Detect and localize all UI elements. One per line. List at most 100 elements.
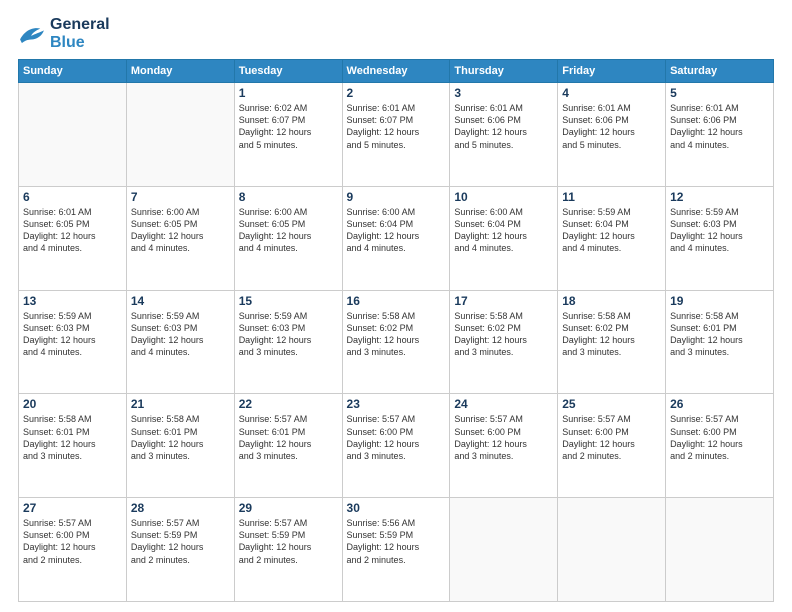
day-number: 25 [562, 397, 661, 411]
cell-info: Sunrise: 6:00 AM Sunset: 6:04 PM Dayligh… [347, 206, 446, 255]
calendar-cell: 22 Sunrise: 5:57 AM Sunset: 6:01 PM Dayli… [234, 394, 342, 498]
calendar-cell: 10 Sunrise: 6:00 AM Sunset: 6:04 PM Dayli… [450, 186, 558, 290]
day-number: 4 [562, 86, 661, 100]
weekday-header-wednesday: Wednesday [342, 60, 450, 83]
cell-info: Sunrise: 5:58 AM Sunset: 6:02 PM Dayligh… [454, 310, 553, 359]
calendar-cell: 8Sunrise: 6:00 AM Sunset: 6:05 PM Daylig… [234, 186, 342, 290]
calendar-cell: 29 Sunrise: 5:57 AM Sunset: 5:59 PM Dayli… [234, 498, 342, 602]
cell-info: Sunrise: 5:57 AM Sunset: 6:00 PM Dayligh… [347, 413, 446, 462]
cell-info: Sunrise: 5:57 AM Sunset: 6:00 PM Dayligh… [562, 413, 661, 462]
calendar-cell [666, 498, 774, 602]
calendar-cell [19, 83, 127, 187]
calendar-cell: 19Sunrise: 5:58 AM Sunset: 6:01 PM Dayli… [666, 290, 774, 394]
cell-info: Sunrise: 5:58 AM Sunset: 6:02 PM Dayligh… [562, 310, 661, 359]
calendar-cell: 30 Sunrise: 5:56 AM Sunset: 5:59 PM Dayli… [342, 498, 450, 602]
calendar-cell: 13 Sunrise: 5:59 AM Sunset: 6:03 PM Dayli… [19, 290, 127, 394]
calendar-cell: 5 Sunrise: 6:01 AM Sunset: 6:06 PM Daylig… [666, 83, 774, 187]
calendar-cell: 26 Sunrise: 5:57 AM Sunset: 6:00 PM Dayli… [666, 394, 774, 498]
day-number: 22 [239, 397, 338, 411]
day-number: 6 [23, 190, 122, 204]
calendar-table: SundayMondayTuesdayWednesdayThursdayFrid… [18, 59, 774, 602]
day-number: 18 [562, 294, 661, 308]
day-number: 30 [347, 501, 446, 515]
calendar-week-3: 20 Sunrise: 5:58 AM Sunset: 6:01 PM Dayli… [19, 394, 774, 498]
cell-info: Sunrise: 5:59 AM Sunset: 6:03 PM Dayligh… [131, 310, 230, 359]
calendar-cell [126, 83, 234, 187]
calendar-cell: 2 Sunrise: 6:01 AM Sunset: 6:07 PM Daylig… [342, 83, 450, 187]
cell-info: Sunrise: 5:57 AM Sunset: 6:00 PM Dayligh… [670, 413, 769, 462]
day-number: 17 [454, 294, 553, 308]
weekday-header-monday: Monday [126, 60, 234, 83]
cell-info: Sunrise: 6:02 AM Sunset: 6:07 PM Dayligh… [239, 102, 338, 151]
calendar-cell: 21 Sunrise: 5:58 AM Sunset: 6:01 PM Dayli… [126, 394, 234, 498]
cell-info: Sunrise: 5:58 AM Sunset: 6:02 PM Dayligh… [347, 310, 446, 359]
day-number: 9 [347, 190, 446, 204]
cell-info: Sunrise: 5:57 AM Sunset: 5:59 PM Dayligh… [239, 517, 338, 566]
calendar-cell: 14 Sunrise: 5:59 AM Sunset: 6:03 PM Dayli… [126, 290, 234, 394]
cell-info: Sunrise: 5:57 AM Sunset: 6:01 PM Dayligh… [239, 413, 338, 462]
logo-text: General Blue [50, 16, 110, 51]
calendar-cell [558, 498, 666, 602]
cell-info: Sunrise: 5:59 AM Sunset: 6:03 PM Dayligh… [23, 310, 122, 359]
cell-info: Sunrise: 6:01 AM Sunset: 6:05 PM Dayligh… [23, 206, 122, 255]
day-number: 20 [23, 397, 122, 411]
day-number: 13 [23, 294, 122, 308]
calendar-cell: 24 Sunrise: 5:57 AM Sunset: 6:00 PM Dayli… [450, 394, 558, 498]
cell-info: Sunrise: 5:58 AM Sunset: 6:01 PM Dayligh… [23, 413, 122, 462]
calendar-cell: 17 Sunrise: 5:58 AM Sunset: 6:02 PM Dayli… [450, 290, 558, 394]
day-number: 2 [347, 86, 446, 100]
cell-info: Sunrise: 6:00 AM Sunset: 6:04 PM Dayligh… [454, 206, 553, 255]
calendar-cell [450, 498, 558, 602]
day-number: 26 [670, 397, 769, 411]
day-number: 8 [239, 190, 338, 204]
logo-icon [18, 23, 46, 45]
cell-info: Sunrise: 6:01 AM Sunset: 6:06 PM Dayligh… [562, 102, 661, 151]
weekday-header-thursday: Thursday [450, 60, 558, 83]
calendar-week-0: 1Sunrise: 6:02 AM Sunset: 6:07 PM Daylig… [19, 83, 774, 187]
cell-info: Sunrise: 6:01 AM Sunset: 6:07 PM Dayligh… [347, 102, 446, 151]
day-number: 23 [347, 397, 446, 411]
day-number: 3 [454, 86, 553, 100]
calendar-cell: 6 Sunrise: 6:01 AM Sunset: 6:05 PM Daylig… [19, 186, 127, 290]
day-number: 7 [131, 190, 230, 204]
day-number: 12 [670, 190, 769, 204]
calendar-cell: 11 Sunrise: 5:59 AM Sunset: 6:04 PM Dayli… [558, 186, 666, 290]
weekday-header-tuesday: Tuesday [234, 60, 342, 83]
cell-info: Sunrise: 5:57 AM Sunset: 6:00 PM Dayligh… [23, 517, 122, 566]
cell-info: Sunrise: 5:57 AM Sunset: 5:59 PM Dayligh… [131, 517, 230, 566]
weekday-header-friday: Friday [558, 60, 666, 83]
calendar-cell: 16 Sunrise: 5:58 AM Sunset: 6:02 PM Dayli… [342, 290, 450, 394]
cell-info: Sunrise: 5:59 AM Sunset: 6:04 PM Dayligh… [562, 206, 661, 255]
calendar-body: 1Sunrise: 6:02 AM Sunset: 6:07 PM Daylig… [19, 83, 774, 602]
header: General Blue [18, 16, 774, 51]
day-number: 14 [131, 294, 230, 308]
day-number: 19 [670, 294, 769, 308]
logo: General Blue [18, 16, 110, 51]
calendar-cell: 23 Sunrise: 5:57 AM Sunset: 6:00 PM Dayli… [342, 394, 450, 498]
calendar-week-1: 6 Sunrise: 6:01 AM Sunset: 6:05 PM Daylig… [19, 186, 774, 290]
day-number: 5 [670, 86, 769, 100]
calendar-cell: 4 Sunrise: 6:01 AM Sunset: 6:06 PM Daylig… [558, 83, 666, 187]
weekday-header-saturday: Saturday [666, 60, 774, 83]
cell-info: Sunrise: 5:57 AM Sunset: 6:00 PM Dayligh… [454, 413, 553, 462]
calendar-header-row: SundayMondayTuesdayWednesdayThursdayFrid… [19, 60, 774, 83]
calendar-cell: 20 Sunrise: 5:58 AM Sunset: 6:01 PM Dayli… [19, 394, 127, 498]
day-number: 27 [23, 501, 122, 515]
cell-info: Sunrise: 5:59 AM Sunset: 6:03 PM Dayligh… [670, 206, 769, 255]
day-number: 16 [347, 294, 446, 308]
day-number: 10 [454, 190, 553, 204]
day-number: 21 [131, 397, 230, 411]
day-number: 11 [562, 190, 661, 204]
calendar-week-4: 27 Sunrise: 5:57 AM Sunset: 6:00 PM Dayli… [19, 498, 774, 602]
calendar-cell: 28Sunrise: 5:57 AM Sunset: 5:59 PM Dayli… [126, 498, 234, 602]
cell-info: Sunrise: 6:01 AM Sunset: 6:06 PM Dayligh… [670, 102, 769, 151]
cell-info: Sunrise: 6:01 AM Sunset: 6:06 PM Dayligh… [454, 102, 553, 151]
day-number: 29 [239, 501, 338, 515]
calendar-cell: 1Sunrise: 6:02 AM Sunset: 6:07 PM Daylig… [234, 83, 342, 187]
calendar-cell: 12 Sunrise: 5:59 AM Sunset: 6:03 PM Dayli… [666, 186, 774, 290]
day-number: 24 [454, 397, 553, 411]
cell-info: Sunrise: 5:58 AM Sunset: 6:01 PM Dayligh… [131, 413, 230, 462]
calendar-cell: 15Sunrise: 5:59 AM Sunset: 6:03 PM Dayli… [234, 290, 342, 394]
cell-info: Sunrise: 5:56 AM Sunset: 5:59 PM Dayligh… [347, 517, 446, 566]
calendar-cell: 25 Sunrise: 5:57 AM Sunset: 6:00 PM Dayli… [558, 394, 666, 498]
